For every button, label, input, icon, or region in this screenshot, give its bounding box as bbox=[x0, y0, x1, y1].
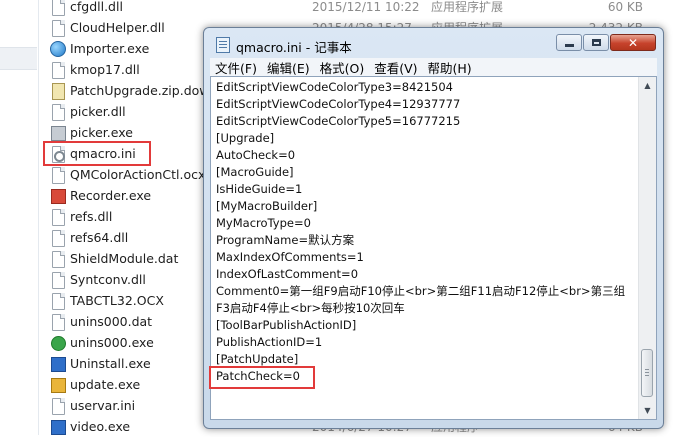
maximize-button[interactable] bbox=[583, 34, 609, 51]
text-line: EditScriptViewCodeColorType3=8421504 bbox=[216, 80, 453, 94]
text-line: IndexOfLastComment=0 bbox=[216, 267, 359, 281]
file-name: PatchUpgrade.zip.dow bbox=[70, 83, 210, 98]
scroll-down-arrow-icon[interactable]: ▼ bbox=[639, 402, 656, 419]
file-name: picker.dll bbox=[70, 104, 126, 119]
dll-icon bbox=[50, 271, 66, 289]
navigation-pane-selected-item[interactable] bbox=[0, 47, 37, 70]
file-size: 60 KB bbox=[607, 0, 643, 14]
patchcheck-line-highlight bbox=[209, 366, 315, 389]
text-line: [Upgrade] bbox=[216, 131, 275, 145]
file-row[interactable]: cfgdll.dll 2015/12/11 10:22 应用程序扩展 60 KB bbox=[46, 0, 697, 17]
close-button[interactable]: ✕ bbox=[610, 34, 656, 51]
notepad-window: qmacro.ini - 记事本 ✕ 文件(F) 编辑(E) 格式(O) 查看(… bbox=[203, 27, 664, 429]
text-line: MyMacroType=0 bbox=[216, 216, 311, 230]
file-name: update.exe bbox=[70, 377, 141, 392]
ocx-icon bbox=[50, 292, 66, 310]
file-name: refs64.dll bbox=[70, 230, 129, 245]
minimize-button[interactable] bbox=[556, 34, 582, 51]
text-line: [MyMacroBuilder] bbox=[216, 199, 318, 213]
zip-icon bbox=[50, 82, 66, 100]
scrollbar-thumb[interactable] bbox=[641, 349, 653, 397]
file-name: CloudHelper.dll bbox=[70, 20, 165, 35]
dll-icon bbox=[50, 0, 66, 16]
file-type: 应用程序扩展 bbox=[431, 0, 504, 14]
scroll-up-arrow-icon[interactable]: ▲ bbox=[639, 77, 656, 94]
text-line: EditScriptViewCodeColorType4=12937777 bbox=[216, 97, 461, 111]
text-line: [ToolBarPublishActionID] bbox=[216, 318, 357, 332]
globe-exe-icon bbox=[50, 40, 66, 57]
file-name: Recorder.exe bbox=[70, 188, 152, 203]
menu-file[interactable]: 文件(F) bbox=[210, 58, 262, 77]
menu-format[interactable]: 格式(O) bbox=[315, 58, 370, 77]
text-line: IsHideGuide=1 bbox=[216, 182, 303, 196]
close-icon: ✕ bbox=[627, 35, 639, 50]
title-bar[interactable]: qmacro.ini - 记事本 ✕ bbox=[204, 28, 663, 58]
dat-file-icon bbox=[50, 250, 66, 268]
file-name: Syntconv.dll bbox=[70, 272, 146, 287]
file-name: uservar.ini bbox=[70, 398, 136, 413]
file-name: video.exe bbox=[70, 419, 131, 434]
text-line: ProgramName=默认方案 bbox=[216, 233, 355, 247]
menu-help[interactable]: 帮助(H) bbox=[423, 58, 477, 77]
text-line: [MacroGuide] bbox=[216, 165, 294, 179]
file-date: 2015/12/11 10:22 bbox=[312, 0, 420, 14]
navigation-pane bbox=[0, 0, 39, 435]
notepad-app-icon bbox=[216, 37, 230, 53]
file-name: picker.exe bbox=[70, 125, 133, 140]
video-exe-icon bbox=[50, 419, 66, 435]
file-name: TABCTL32.OCX bbox=[70, 293, 164, 308]
dll-icon bbox=[50, 19, 66, 37]
file-name: unins000.dat bbox=[70, 314, 153, 329]
dll-icon bbox=[50, 103, 66, 121]
file-name: kmop17.dll bbox=[70, 62, 140, 77]
installer-exe-icon bbox=[50, 335, 66, 351]
file-name: cfgdll.dll bbox=[70, 0, 123, 14]
text-line: F3启动F4停止<br>每秒按10次回车 bbox=[216, 301, 405, 315]
file-name: ShieldModule.dat bbox=[70, 251, 179, 266]
file-name: QMColorActionCtl.ocx bbox=[70, 167, 206, 182]
ini-file-icon bbox=[50, 397, 66, 415]
menu-view[interactable]: 查看(V) bbox=[369, 58, 422, 77]
window-title: qmacro.ini - 记事本 bbox=[236, 40, 352, 55]
vertical-scrollbar[interactable]: ▲ ▼ bbox=[638, 77, 656, 419]
file-name: Importer.exe bbox=[70, 41, 150, 56]
ocx-icon bbox=[50, 166, 66, 184]
recorder-exe-icon bbox=[50, 188, 66, 204]
text-line: MaxIndexOfComments=1 bbox=[216, 250, 364, 264]
qmacro-file-highlight bbox=[43, 141, 151, 166]
file-name: refs.dll bbox=[70, 209, 113, 224]
dll-icon bbox=[50, 208, 66, 226]
uninstall-exe-icon bbox=[50, 356, 66, 372]
text-line: AutoCheck=0 bbox=[216, 148, 296, 162]
text-line: EditScriptViewCodeColorType5=16777215 bbox=[216, 114, 461, 128]
text-line: PublishActionID=1 bbox=[216, 335, 323, 349]
update-exe-icon bbox=[50, 377, 66, 393]
dll-icon bbox=[50, 61, 66, 79]
dll-icon bbox=[50, 229, 66, 247]
file-name: Uninstall.exe bbox=[70, 356, 151, 371]
minimize-icon bbox=[564, 44, 574, 47]
menu-edit[interactable]: 编辑(E) bbox=[262, 58, 315, 77]
file-name: unins000.exe bbox=[70, 335, 154, 350]
exe-icon bbox=[50, 125, 66, 141]
text-line: Comment0=第一组F9启动F10停止<br>第二组F11启动F12停止<b… bbox=[216, 284, 626, 298]
menu-bar: 文件(F) 编辑(E) 格式(O) 查看(V) 帮助(H) bbox=[210, 58, 657, 76]
dat-file-icon bbox=[50, 313, 66, 331]
maximize-icon bbox=[591, 39, 601, 46]
